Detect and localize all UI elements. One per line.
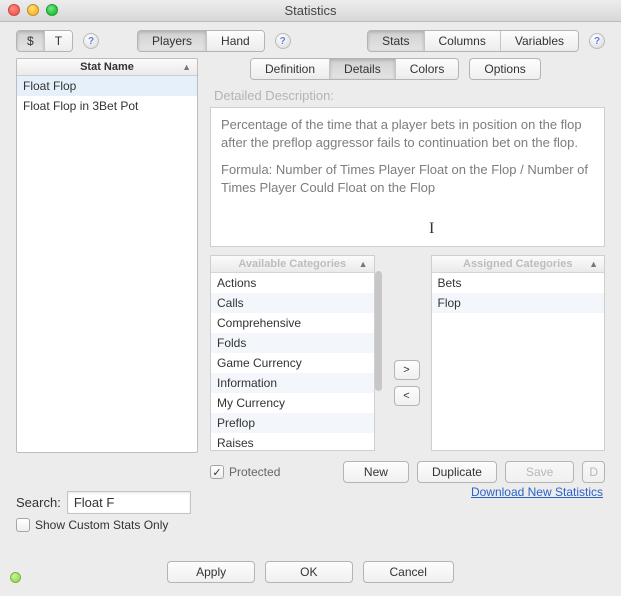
duplicate-button[interactable]: Duplicate — [417, 461, 497, 483]
available-category-item[interactable]: Game Currency — [211, 353, 374, 373]
d-button[interactable]: D — [582, 461, 605, 483]
available-category-item[interactable]: Preflop — [211, 413, 374, 433]
description-text-2: Formula: Number of Times Player Float on… — [221, 161, 594, 196]
stat-list[interactable]: Stat Name ▲ Float FlopFloat Flop in 3Bet… — [16, 58, 198, 453]
search-input[interactable]: Float F — [67, 491, 191, 514]
cancel-button[interactable]: Cancel — [363, 561, 454, 583]
checkbox-icon: ✓ — [210, 465, 224, 479]
help-icon[interactable]: ? — [83, 33, 99, 49]
columns-button[interactable]: Columns — [425, 31, 501, 51]
window-controls — [8, 4, 58, 16]
zoom-icon[interactable] — [46, 4, 58, 16]
help-icon[interactable]: ? — [275, 33, 291, 49]
show-custom-label: Show Custom Stats Only — [35, 518, 168, 532]
mode-t-button[interactable]: T — [45, 31, 72, 51]
new-button[interactable]: New — [343, 461, 409, 483]
stat-list-header[interactable]: Stat Name ▲ — [17, 59, 197, 76]
available-category-item[interactable]: Folds — [211, 333, 374, 353]
scrollbar-thumb[interactable] — [375, 271, 382, 391]
tab-definition[interactable]: Definition — [251, 59, 330, 79]
window-title: Statistics — [284, 3, 336, 18]
ok-button[interactable]: OK — [265, 561, 352, 583]
available-header: Available Categories ▲ — [211, 256, 374, 273]
tab-details[interactable]: Details — [330, 59, 396, 79]
variables-button[interactable]: Variables — [501, 31, 578, 51]
stats-button[interactable]: Stats — [368, 31, 424, 51]
stat-list-item[interactable]: Float Flop in 3Bet Pot — [17, 96, 197, 116]
stat-tabs: Definition Details Colors — [250, 58, 459, 80]
mode-dollar-button[interactable]: $ — [17, 31, 45, 51]
close-icon[interactable] — [8, 4, 20, 16]
tab-colors[interactable]: Colors — [396, 59, 459, 79]
sort-arrow-icon: ▲ — [182, 62, 191, 72]
available-category-item[interactable]: Information — [211, 373, 374, 393]
search-value: Float F — [74, 495, 114, 510]
text-cursor-icon: I — [429, 218, 434, 240]
assigned-category-item[interactable]: Flop — [432, 293, 605, 313]
available-category-item[interactable]: My Currency — [211, 393, 374, 413]
protected-label: Protected — [229, 465, 280, 479]
status-indicator-icon — [10, 572, 21, 583]
available-category-item[interactable]: Raises — [211, 433, 374, 453]
description-textarea[interactable]: Percentage of the time that a player bet… — [210, 107, 605, 247]
checkbox-icon — [16, 518, 30, 532]
download-stats-link[interactable]: Download New Statistics — [471, 485, 603, 499]
search-label: Search: — [16, 495, 61, 510]
help-icon[interactable]: ? — [589, 33, 605, 49]
sort-arrow-icon: ▲ — [359, 259, 368, 269]
assigned-header: Assigned Categories ▲ — [432, 256, 605, 273]
hand-button[interactable]: Hand — [207, 31, 264, 51]
scope-segment: Players Hand — [137, 30, 265, 52]
assigned-category-item[interactable]: Bets — [432, 273, 605, 293]
description-label: Detailed Description: — [214, 88, 605, 103]
show-custom-checkbox[interactable]: Show Custom Stats Only — [16, 518, 168, 532]
available-category-item[interactable]: Calls — [211, 293, 374, 313]
titlebar: Statistics — [0, 0, 621, 22]
save-button[interactable]: Save — [505, 461, 574, 483]
description-text-1: Percentage of the time that a player bet… — [221, 116, 594, 151]
players-button[interactable]: Players — [138, 31, 207, 51]
options-button[interactable]: Options — [469, 58, 540, 80]
available-categories-list[interactable]: Available Categories ▲ ActionsCallsCompr… — [210, 255, 375, 451]
move-left-button[interactable]: < — [394, 386, 420, 406]
available-category-item[interactable]: Comprehensive — [211, 313, 374, 333]
mode-segment: $ T — [16, 30, 73, 52]
toolbar: $ T ? Players Hand ? Stats Columns Varia… — [0, 22, 621, 58]
stat-list-header-label: Stat Name — [80, 61, 134, 73]
available-category-item[interactable]: Actions — [211, 273, 374, 293]
assigned-categories-list[interactable]: Assigned Categories ▲ BetsFlop — [431, 255, 606, 451]
move-right-button[interactable]: > — [394, 360, 420, 380]
apply-button[interactable]: Apply — [167, 561, 255, 583]
stat-list-item[interactable]: Float Flop — [17, 76, 197, 96]
view-segment: Stats Columns Variables — [367, 30, 579, 52]
protected-checkbox[interactable]: ✓ Protected — [210, 465, 280, 479]
minimize-icon[interactable] — [27, 4, 39, 16]
sort-arrow-icon: ▲ — [589, 259, 598, 269]
